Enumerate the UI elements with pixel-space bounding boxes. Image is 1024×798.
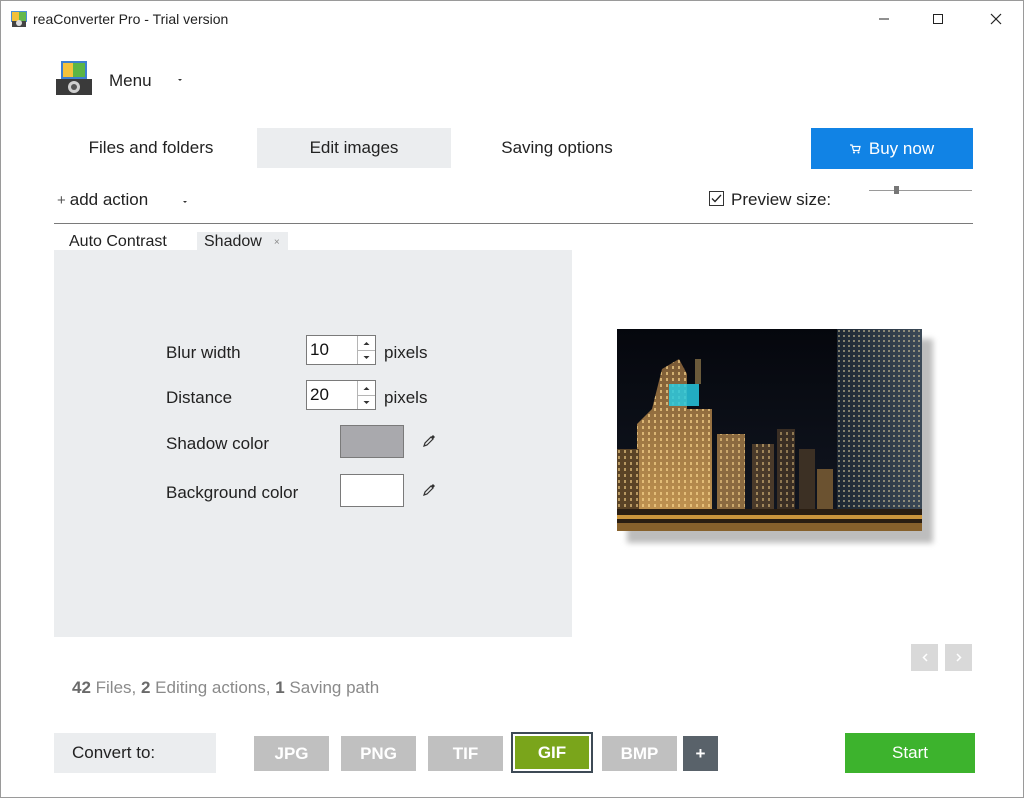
- buy-now-button[interactable]: Buy now: [811, 128, 973, 169]
- app-logo-icon: [11, 11, 27, 27]
- add-format-button[interactable]: +: [683, 736, 718, 771]
- preview-size-slider-thumb[interactable]: [894, 186, 899, 194]
- distance-stepper[interactable]: 20: [306, 380, 376, 410]
- preview-size-label: Preview size:: [731, 190, 832, 209]
- background-color-swatch[interactable]: [340, 474, 404, 507]
- divider: [54, 223, 973, 224]
- blur-width-stepper[interactable]: 10: [306, 335, 376, 365]
- blur-width-decrement[interactable]: [358, 350, 375, 364]
- close-button[interactable]: [973, 1, 1019, 37]
- eyedropper-icon[interactable]: [423, 484, 435, 496]
- close-icon: [990, 13, 1002, 25]
- shadow-color-label: Shadow color: [166, 434, 270, 453]
- plus-icon: +: [57, 191, 66, 209]
- close-tab-icon[interactable]: ×: [274, 237, 280, 248]
- preview-size-checkbox[interactable]: [709, 191, 724, 206]
- summary-status: 42 Files, 2 Editing actions, 1 Saving pa…: [72, 678, 379, 698]
- format-tif-button[interactable]: TIF: [428, 736, 503, 771]
- format-png-button[interactable]: PNG: [341, 736, 416, 771]
- shadow-color-swatch[interactable]: [340, 425, 404, 458]
- chevron-right-icon: [955, 653, 962, 662]
- action-tab-shadow[interactable]: Shadow ×: [197, 232, 288, 252]
- distance-decrement[interactable]: [358, 395, 375, 409]
- blur-width-increment[interactable]: [358, 336, 375, 351]
- blur-width-unit: pixels: [384, 343, 428, 362]
- add-action-dropdown-icon[interactable]: [182, 199, 188, 205]
- minimize-button[interactable]: [861, 1, 907, 37]
- arrow-up-icon: [363, 341, 370, 345]
- menu-button[interactable]: Menu: [109, 71, 152, 91]
- window-title: reaConverter Pro - Trial version: [33, 11, 229, 27]
- maximize-button[interactable]: [915, 1, 961, 37]
- title-bar: reaConverter Pro - Trial version: [1, 1, 1023, 37]
- add-action-button[interactable]: + add action: [57, 190, 148, 210]
- action-tab-auto-contrast[interactable]: Auto Contrast: [69, 232, 167, 252]
- distance-label: Distance: [166, 388, 233, 407]
- distance-value[interactable]: 20: [310, 385, 329, 405]
- add-action-label: add action: [69, 190, 149, 209]
- blur-width-label: Blur width: [166, 343, 241, 362]
- arrow-down-icon: [363, 400, 370, 404]
- format-gif-button[interactable]: GIF: [511, 732, 593, 773]
- tab-edit-images[interactable]: Edit images: [257, 128, 451, 168]
- buy-now-label: Buy now: [868, 138, 935, 158]
- format-bmp-button[interactable]: BMP: [602, 736, 677, 771]
- cart-icon: [849, 143, 861, 153]
- app-menu-logo-icon[interactable]: [53, 59, 95, 99]
- shadow-settings-panel: [54, 250, 572, 637]
- preview-size-slider[interactable]: [869, 190, 972, 191]
- blur-width-value[interactable]: 10: [310, 340, 329, 360]
- preview-image: [617, 329, 922, 531]
- paths-text: Saving path: [284, 678, 380, 697]
- distance-increment[interactable]: [358, 381, 375, 396]
- app-window: reaConverter Pro - Trial version Menu Fi…: [0, 0, 1024, 798]
- chevron-left-icon: [921, 653, 928, 662]
- tab-files-and-folders[interactable]: Files and folders: [54, 128, 248, 168]
- next-preview-button[interactable]: [945, 644, 972, 671]
- distance-unit: pixels: [384, 388, 428, 407]
- actions-text: Editing actions,: [150, 678, 276, 697]
- arrow-up-icon: [363, 386, 370, 390]
- previous-preview-button[interactable]: [911, 644, 938, 671]
- format-jpg-button[interactable]: JPG: [254, 736, 329, 771]
- files-text: Files,: [90, 678, 141, 697]
- chevron-down-icon[interactable]: [177, 77, 183, 83]
- maximize-icon: [933, 14, 943, 24]
- files-count: 42: [72, 678, 91, 697]
- eyedropper-icon[interactable]: [423, 435, 435, 447]
- paths-count: 1: [275, 678, 285, 697]
- convert-to-label: Convert to:: [72, 743, 156, 762]
- arrow-down-icon: [363, 355, 370, 359]
- minimize-icon: [879, 18, 889, 20]
- start-button[interactable]: Start: [845, 733, 975, 773]
- tab-saving-options[interactable]: Saving options: [460, 128, 654, 168]
- background-color-label: Background color: [166, 483, 299, 502]
- action-tab-shadow-label: Shadow: [204, 233, 262, 250]
